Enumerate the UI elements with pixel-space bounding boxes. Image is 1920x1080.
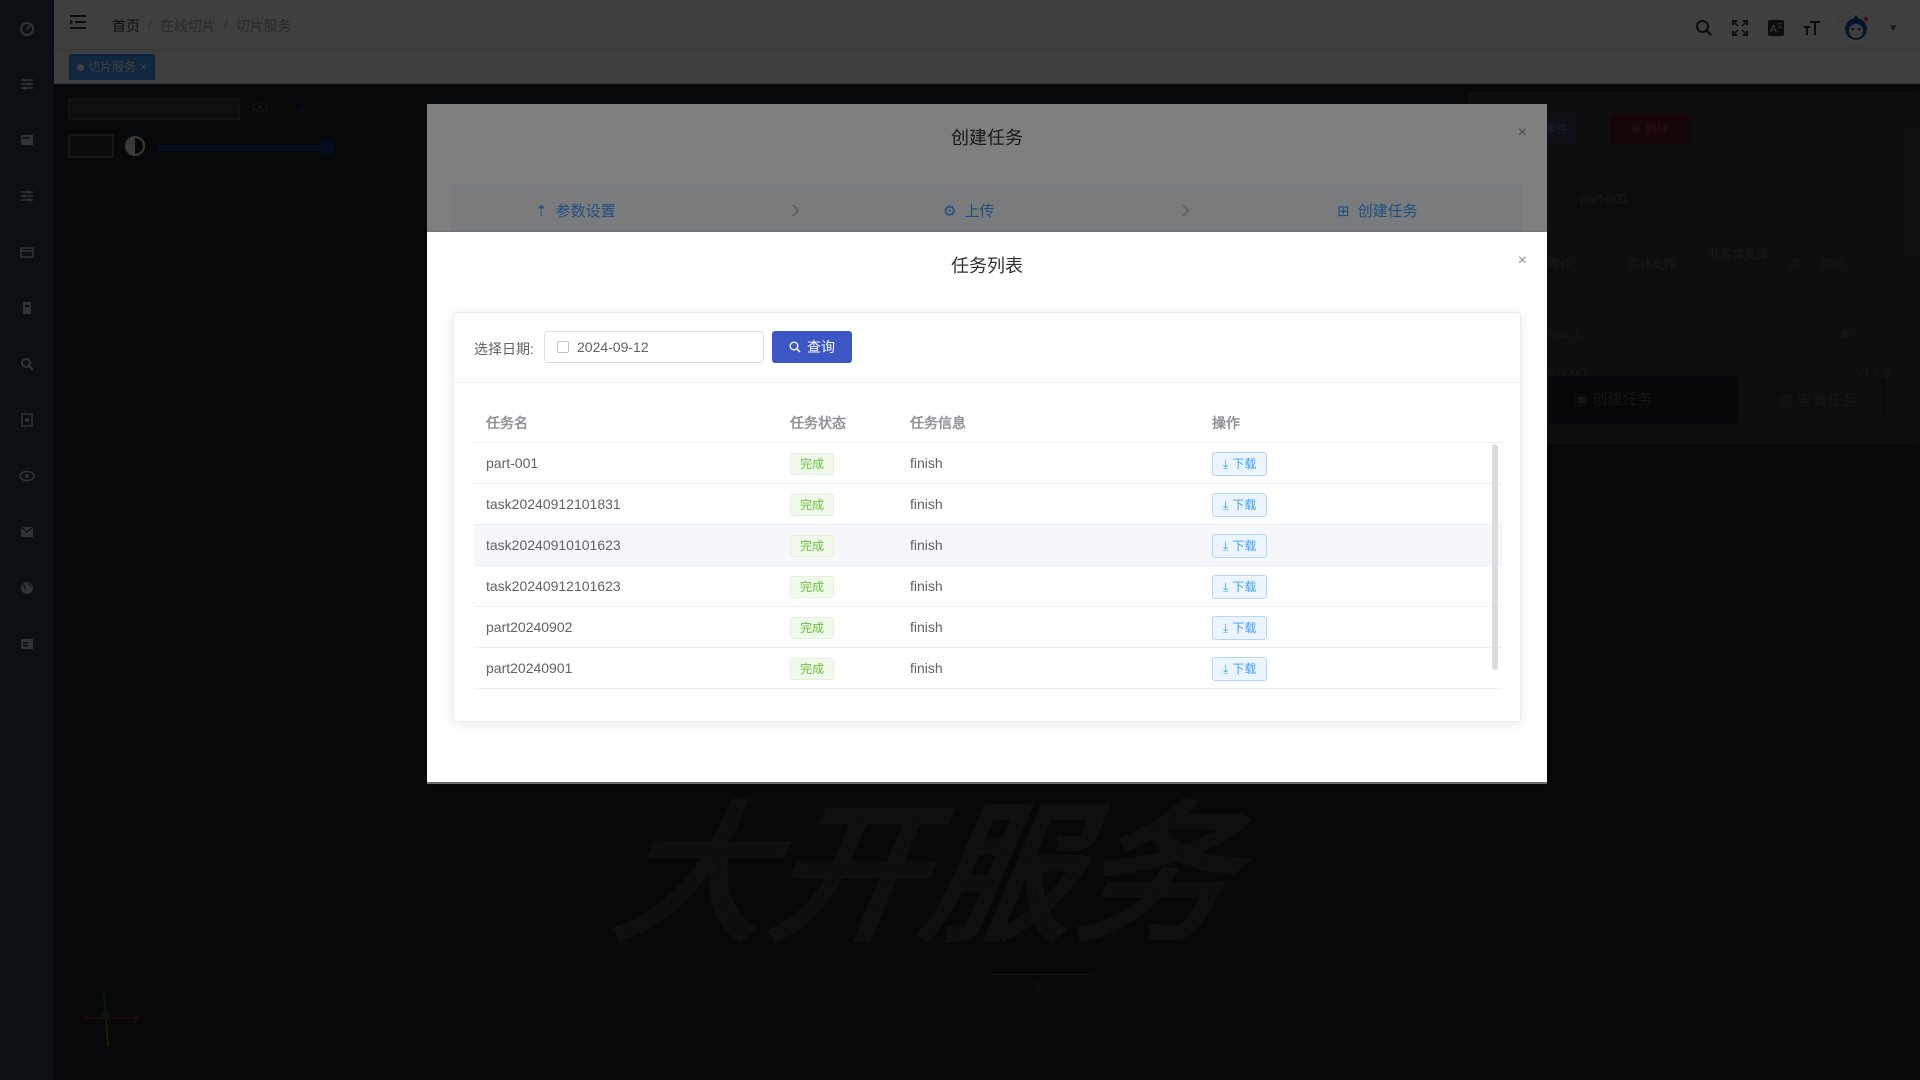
task-name-cell: task20240912101831 [486,496,621,512]
table-row-partial [474,689,1502,707]
status-badge: 完成 [790,617,835,639]
download-icon: ⤓ [1223,621,1229,635]
status-cell: 完成 [778,443,898,483]
info-cell: finish [910,619,943,635]
column-task-info: 任务信息 [910,415,966,431]
column-task-name: 任务名 [486,415,528,431]
task-card: 选择日期: 2024-09-12 查询 任务名 任务状态 任务信息 操作 par… [453,312,1521,722]
download-button[interactable]: ⤓ 下载 [1212,534,1268,558]
status-cell: 完成 [778,607,898,647]
action-cell: ⤓ 下载 [1200,525,1490,565]
download-icon: ⤓ [1223,457,1229,471]
date-picker-input[interactable]: 2024-09-12 [544,331,764,363]
download-label: 下载 [1232,498,1257,512]
task-name-cell: part20240902 [486,619,573,635]
download-button[interactable]: ⤓ 下载 [1212,657,1268,681]
action-cell: ⤓ 下载 [1200,484,1490,524]
download-icon: ⤓ [1223,498,1229,512]
search-icon [789,341,801,353]
dialog-title: 任务列表 [951,256,1023,276]
download-label: 下载 [1232,457,1257,471]
status-cell: 完成 [778,525,898,565]
info-cell: finish [910,496,943,512]
date-label: 选择日期: [474,341,534,357]
table-header: 任务名 任务状态 任务信息 操作 [474,403,1502,443]
query-button[interactable]: 查询 [772,331,852,363]
status-badge: 完成 [790,535,835,557]
status-badge: 完成 [790,576,835,598]
task-list-dialog: 任务列表 × 选择日期: 2024-09-12 查询 任务名 任务状态 任务信息… [427,232,1547,782]
download-label: 下载 [1232,539,1257,553]
status-badge: 完成 [790,658,835,680]
download-button[interactable]: ⤓ 下载 [1212,575,1268,599]
status-cell: 完成 [778,648,898,688]
calendar-icon [557,341,569,353]
table-row: task20240912101623 完成 finish ⤓ 下载 [474,566,1502,607]
download-button[interactable]: ⤓ 下载 [1212,452,1268,476]
query-label: 查询 [807,339,835,355]
download-icon: ⤓ [1223,539,1229,553]
download-icon: ⤓ [1223,580,1229,594]
column-task-status: 任务状态 [790,415,846,431]
filter-bar: 选择日期: 2024-09-12 查询 [454,313,1520,383]
task-name-cell: part-001 [486,455,539,471]
task-name-cell: part20240901 [486,660,573,676]
close-icon[interactable]: × [1518,252,1527,270]
download-button[interactable]: ⤓ 下载 [1212,616,1268,640]
status-badge: 完成 [790,453,835,475]
action-cell: ⤓ 下载 [1200,648,1490,688]
table-row: part-001 完成 finish ⤓ 下载 [474,443,1502,484]
table-row: part20240902 完成 finish ⤓ 下载 [474,607,1502,648]
date-value: 2024-09-12 [577,339,649,355]
download-button[interactable]: ⤓ 下载 [1212,493,1268,517]
status-cell: 完成 [778,566,898,606]
info-cell: finish [910,455,943,471]
download-icon: ⤓ [1223,662,1229,676]
download-label: 下载 [1232,662,1257,676]
table-row: task20240910101623 完成 finish ⤓ 下载 [474,525,1502,566]
table-scrollbar[interactable] [1492,444,1498,670]
task-name-cell: task20240912101623 [486,578,621,594]
action-cell: ⤓ 下载 [1200,443,1490,483]
action-cell: ⤓ 下载 [1200,607,1490,647]
info-cell: finish [910,660,943,676]
status-cell: 完成 [778,484,898,524]
download-label: 下载 [1232,580,1257,594]
table-body[interactable]: part-001 完成 finish ⤓ 下载 task2024091210183… [474,443,1502,707]
action-cell: ⤓ 下载 [1200,566,1490,606]
column-action: 操作 [1212,415,1240,431]
task-name-cell: task20240910101623 [486,537,621,553]
table-row: part20240901 完成 finish ⤓ 下载 [474,648,1502,689]
info-cell: finish [910,537,943,553]
task-table: 任务名 任务状态 任务信息 操作 part-001 完成 finish ⤓ 下载 … [474,403,1502,707]
download-label: 下载 [1232,621,1257,635]
status-badge: 完成 [790,494,835,516]
info-cell: finish [910,578,943,594]
table-row: task20240912101831 完成 finish ⤓ 下载 [474,484,1502,525]
